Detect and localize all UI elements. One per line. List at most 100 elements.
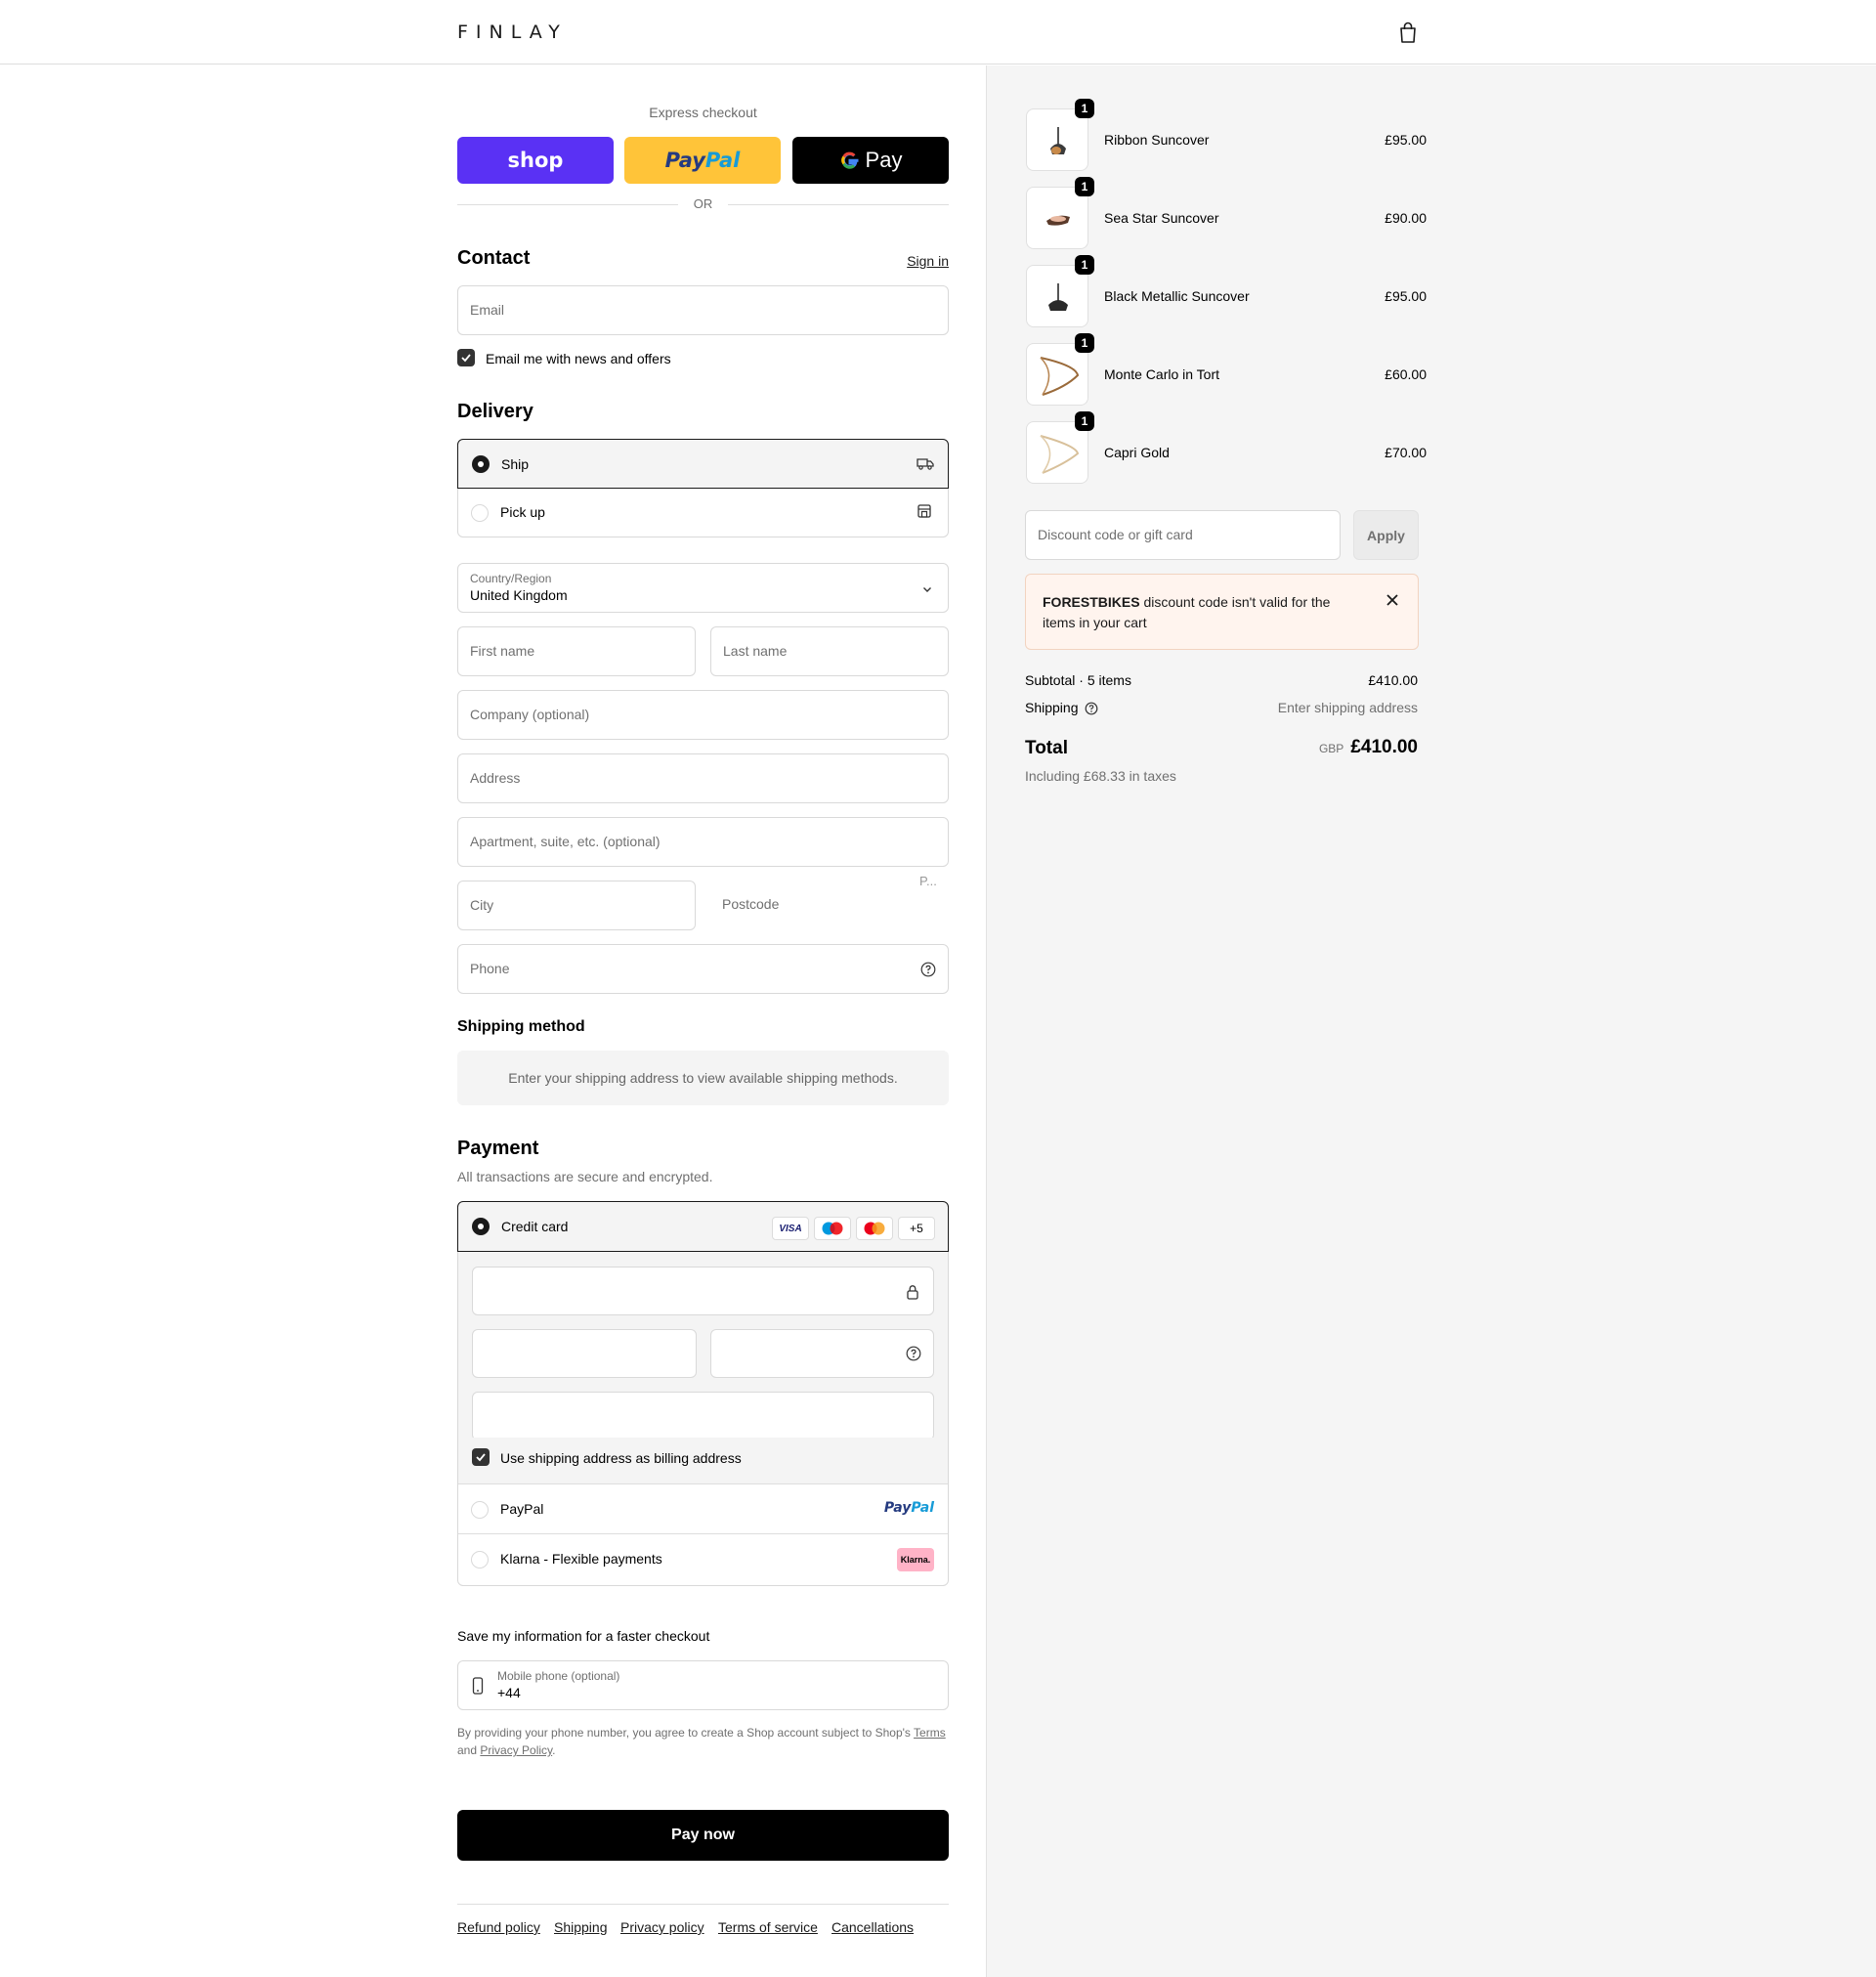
- privacy-policy-link[interactable]: Privacy Policy: [480, 1743, 552, 1757]
- product-price: £60.00: [1385, 366, 1427, 382]
- google-icon: [840, 151, 859, 169]
- payment-option-paypal[interactable]: PayPal PayPal: [458, 1485, 948, 1534]
- card-form: [458, 1252, 948, 1440]
- last-name-field[interactable]: Last name: [710, 626, 949, 676]
- cart-item: 1 Ribbon Suncover £95.00: [1026, 99, 1427, 171]
- postcode-field[interactable]: Postcode: [710, 881, 949, 930]
- alert-message: FORESTBIKES discount code isn't valid fo…: [1043, 594, 1331, 630]
- shipping-method-notice: Enter your shipping address to view avai…: [457, 1051, 949, 1105]
- company-field[interactable]: Company (optional): [457, 690, 949, 740]
- expiry-field[interactable]: [472, 1329, 697, 1378]
- radio-unselected: [471, 1501, 489, 1519]
- apply-button[interactable]: Apply: [1353, 510, 1419, 560]
- sign-in-link[interactable]: Sign in: [907, 253, 949, 269]
- total-amount: GBP £410.00: [1319, 737, 1418, 758]
- country-select[interactable]: Country/Region United Kingdom: [457, 563, 949, 613]
- more-cards-badge: +5: [898, 1217, 935, 1240]
- express-checkout-title: Express checkout: [649, 105, 757, 120]
- shipping-label: Shipping: [1025, 700, 1079, 715]
- quantity-badge: 1: [1075, 333, 1094, 353]
- store-icon: [917, 504, 931, 518]
- apartment-field[interactable]: Apartment, suite, etc. (optional): [457, 817, 949, 867]
- newsletter-checkbox[interactable]: [457, 349, 475, 366]
- payment-option-credit-card[interactable]: Credit card VISA +5: [457, 1201, 949, 1252]
- payment-heading: Payment: [457, 1138, 539, 1159]
- phone-field[interactable]: Phone: [457, 944, 949, 994]
- maestro-icon: [814, 1217, 851, 1240]
- save-info-heading: Save my information for a faster checkou…: [457, 1628, 710, 1644]
- radio-selected: [472, 455, 490, 473]
- cart-item: 1 Black Metallic Suncover £95.00: [1026, 255, 1427, 327]
- shopping-bag-icon[interactable]: [1397, 21, 1419, 44]
- cart-item: 1 Monte Carlo in Tort £60.00: [1026, 333, 1427, 406]
- email-field[interactable]: Email: [457, 285, 949, 335]
- quantity-badge: 1: [1075, 411, 1094, 431]
- delivery-option-pickup[interactable]: Pick up: [457, 489, 949, 537]
- product-price: £90.00: [1385, 210, 1427, 226]
- product-price: £70.00: [1385, 445, 1427, 460]
- truck-icon: [917, 458, 934, 470]
- paypal-button[interactable]: PayPal: [624, 137, 781, 184]
- lock-icon: [907, 1285, 918, 1300]
- help-icon[interactable]: [920, 962, 936, 977]
- security-code-field[interactable]: [710, 1329, 934, 1378]
- footer-link-shipping[interactable]: Shipping: [554, 1919, 608, 1935]
- radio-unselected: [471, 1551, 489, 1569]
- cart-item: 1 Capri Gold £70.00: [1026, 411, 1427, 484]
- discount-input[interactable]: Discount code or gift card: [1025, 510, 1341, 560]
- billing-checkbox[interactable]: [472, 1448, 490, 1466]
- or-divider: OR: [457, 194, 949, 214]
- taxes-note: Including £68.33 in taxes: [1025, 768, 1176, 784]
- chevron-down-icon: [923, 587, 931, 592]
- google-pay-button[interactable]: Pay: [792, 137, 949, 184]
- delivery-heading: Delivery: [457, 401, 533, 422]
- footer-link-cancellations[interactable]: Cancellations: [831, 1919, 914, 1935]
- address-field[interactable]: Address: [457, 753, 949, 803]
- footer-link-privacy-policy[interactable]: Privacy policy: [620, 1919, 704, 1935]
- help-icon[interactable]: [906, 1346, 921, 1361]
- mobile-phone-icon: [472, 1677, 484, 1695]
- quantity-badge: 1: [1075, 177, 1094, 196]
- discount-error-alert: FORESTBIKES discount code isn't valid fo…: [1025, 574, 1419, 650]
- name-on-card-field[interactable]: [472, 1392, 934, 1440]
- checkmark-icon: [476, 1453, 486, 1462]
- footer-link-refund-policy[interactable]: Refund policy: [457, 1919, 540, 1935]
- site-header: FINLAY: [0, 0, 1876, 64]
- shipping-value: Enter shipping address: [1277, 700, 1418, 715]
- total-label: Total: [1025, 738, 1068, 758]
- help-icon[interactable]: [1085, 702, 1098, 715]
- terms-link[interactable]: Terms: [914, 1726, 946, 1740]
- product-name: Sea Star Suncover: [1104, 210, 1219, 226]
- cart-item: 1 Sea Star Suncover £90.00: [1026, 177, 1427, 249]
- delivery-option-ship[interactable]: Ship: [457, 439, 949, 489]
- first-name-field[interactable]: First name: [457, 626, 696, 676]
- city-field[interactable]: City: [457, 881, 696, 930]
- product-name: Ribbon Suncover: [1104, 132, 1210, 148]
- subtotal-label: Subtotal · 5 items: [1025, 672, 1131, 688]
- brand-logo[interactable]: FINLAY: [457, 21, 568, 43]
- paypal-logo-icon: PayPal: [883, 1500, 934, 1516]
- total-value: £410.00: [1350, 737, 1418, 757]
- radio-unselected: [471, 504, 489, 522]
- currency-code: GBP: [1318, 742, 1344, 755]
- billing-label: Use shipping address as billing address: [500, 1450, 742, 1466]
- subtotal-value: £410.00: [1368, 672, 1418, 688]
- footer-divider: [457, 1904, 949, 1905]
- pay-now-button[interactable]: Pay now: [457, 1810, 949, 1861]
- footer-link-terms-of-service[interactable]: Terms of service: [718, 1919, 818, 1935]
- product-price: £95.00: [1385, 132, 1427, 148]
- close-icon[interactable]: [1386, 593, 1399, 607]
- product-name: Capri Gold: [1104, 445, 1170, 460]
- product-price: £95.00: [1385, 288, 1427, 304]
- checkmark-icon: [461, 354, 471, 363]
- billing-row: Use shipping address as billing address: [458, 1438, 948, 1484]
- mobile-phone-field[interactable]: Mobile phone (optional) +44: [457, 1660, 949, 1710]
- order-summary: 1 Ribbon Suncover £95.00 1 Sea Star Sunc…: [986, 65, 1876, 1977]
- shop-pay-button[interactable]: shop: [457, 137, 614, 184]
- payment-option-klarna[interactable]: Klarna - Flexible payments Klarna.: [458, 1534, 948, 1585]
- payment-subtitle: All transactions are secure and encrypte…: [457, 1169, 713, 1184]
- card-number-field[interactable]: [472, 1267, 934, 1315]
- product-name: Monte Carlo in Tort: [1104, 366, 1220, 382]
- radio-selected: [472, 1218, 490, 1235]
- legal-text: By providing your phone number, you agre…: [457, 1726, 946, 1757]
